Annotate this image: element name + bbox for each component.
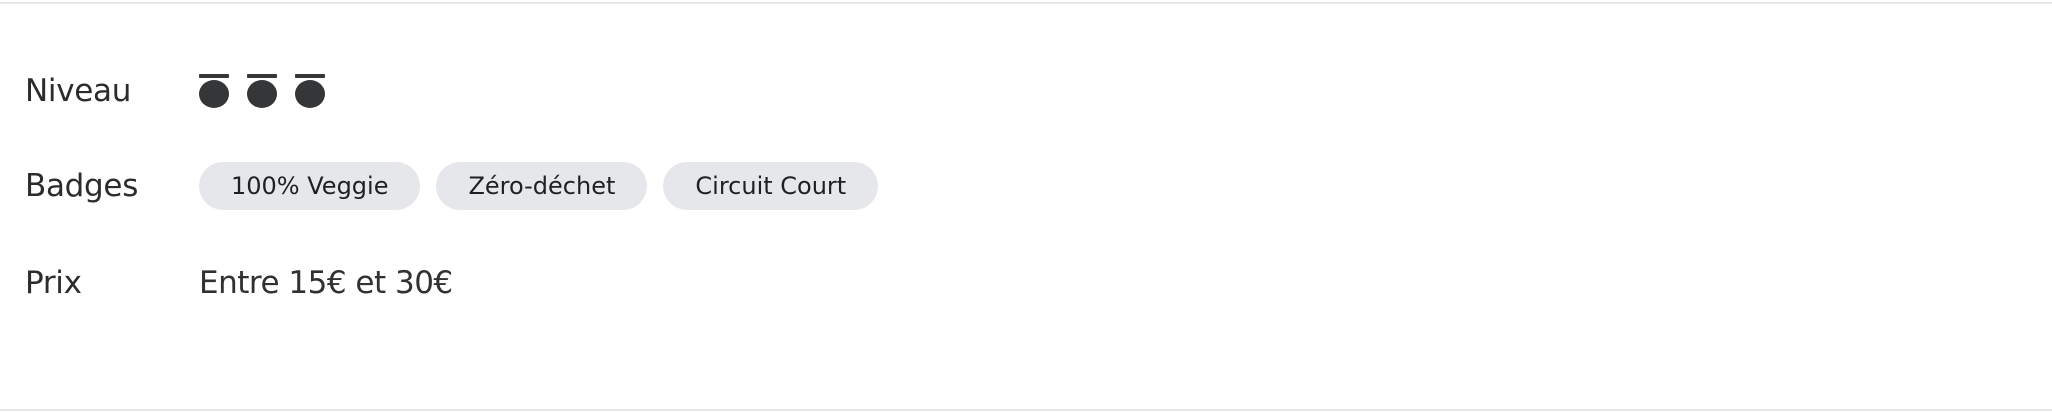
price-label: Prix (25, 265, 82, 301)
badge-veggie: 100% Veggie (199, 162, 421, 210)
badge-list: 100% Veggie Zéro-déchet Circuit Court (199, 162, 879, 210)
level-indicator (199, 74, 325, 108)
badges-label: Badges (25, 168, 139, 204)
badge-circuit-court: Circuit Court (663, 162, 879, 210)
recipe-details-panel: Niveau Badges 100% Veggie Zéro-déchet Ci… (0, 0, 2052, 412)
price-value: Entre 15€ et 30€ (199, 265, 453, 301)
level-row: Niveau (25, 68, 325, 114)
chef-hat-icon (199, 74, 229, 108)
chef-hat-icon (295, 74, 325, 108)
badges-row: Badges 100% Veggie Zéro-déchet Circuit C… (25, 162, 879, 210)
badge-zero-dechet: Zéro-déchet (436, 162, 648, 210)
level-label: Niveau (25, 73, 132, 109)
bottom-divider (0, 409, 2052, 411)
top-divider (0, 2, 2052, 4)
chef-hat-icon (247, 74, 277, 108)
price-row: Prix Entre 15€ et 30€ (25, 260, 453, 306)
